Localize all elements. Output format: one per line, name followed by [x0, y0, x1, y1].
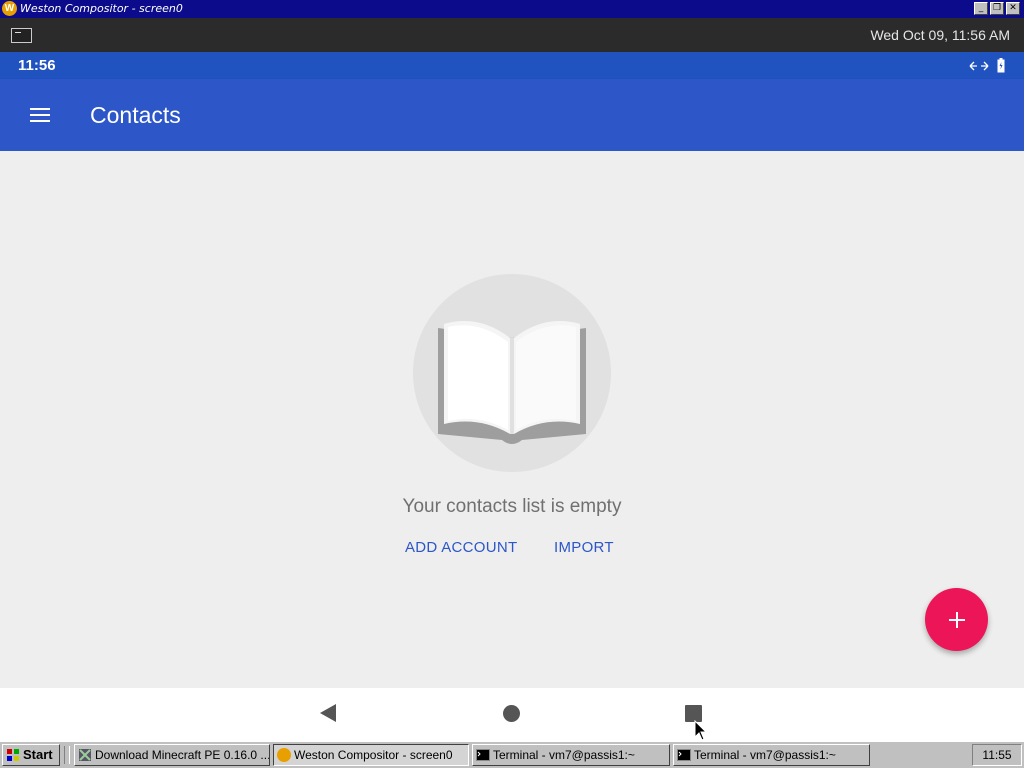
menu-icon[interactable]	[30, 108, 50, 122]
app-bar: Contacts	[0, 79, 1024, 151]
taskbar-clock: 11:55	[972, 744, 1022, 766]
taskbar-item-minecraft[interactable]: Download Minecraft PE 0.16.0 ...	[74, 744, 270, 766]
taskbar-item-label: Weston Compositor - screen0	[294, 748, 453, 762]
close-button[interactable]: ✕	[1006, 2, 1020, 15]
back-icon[interactable]	[320, 704, 336, 722]
window-title-bar: W Weston Compositor - screen0 _ ❐ ✕	[0, 0, 1024, 18]
status-time: 11:56	[18, 57, 56, 74]
navigation-bar	[0, 688, 1024, 741]
terminal-icon[interactable]	[11, 28, 32, 43]
add-account-button[interactable]: ADD ACCOUNT	[405, 539, 517, 556]
taskbar-item-label: Terminal - vm7@passis1:~	[493, 748, 635, 762]
empty-illustration	[413, 274, 611, 472]
status-bar: 11:56	[0, 52, 1024, 79]
minimize-button[interactable]: _	[974, 2, 988, 15]
restore-button[interactable]: ❐	[990, 2, 1004, 15]
taskbar: Start Download Minecraft PE 0.16.0 ... W…	[0, 741, 1024, 768]
add-contact-button[interactable]	[925, 588, 988, 651]
terminal-icon	[677, 749, 691, 761]
empty-message: Your contacts list is empty	[402, 496, 622, 517]
sync-icon	[969, 61, 989, 71]
taskbar-item-terminal-2[interactable]: Terminal - vm7@passis1:~	[673, 744, 870, 766]
weston-clock: Wed Oct 09, 11:56 AM	[870, 27, 1010, 43]
weston-icon: W	[2, 1, 17, 16]
start-button[interactable]: Start	[2, 744, 60, 766]
taskbar-item-label: Terminal - vm7@passis1:~	[694, 748, 836, 762]
home-icon[interactable]	[503, 705, 520, 722]
cursor-icon	[694, 720, 708, 741]
taskbar-item-weston[interactable]: Weston Compositor - screen0	[273, 744, 469, 766]
taskbar-item-label: Download Minecraft PE 0.16.0 ...	[95, 748, 270, 762]
contacts-empty-state: Your contacts list is empty ADD ACCOUNT …	[0, 151, 1024, 688]
terminal-icon	[476, 749, 490, 761]
window-title: Weston Compositor - screen0	[20, 2, 183, 15]
battery-icon	[997, 58, 1005, 73]
weston-icon	[277, 748, 291, 762]
minecraft-icon	[79, 749, 91, 761]
start-label: Start	[23, 747, 53, 762]
weston-panel: Wed Oct 09, 11:56 AM	[0, 18, 1024, 52]
taskbar-separator	[64, 746, 70, 764]
import-button[interactable]: IMPORT	[554, 539, 614, 556]
taskbar-item-terminal-1[interactable]: Terminal - vm7@passis1:~	[472, 744, 670, 766]
page-title: Contacts	[90, 102, 181, 128]
book-icon	[438, 321, 586, 444]
start-icon	[7, 749, 19, 761]
